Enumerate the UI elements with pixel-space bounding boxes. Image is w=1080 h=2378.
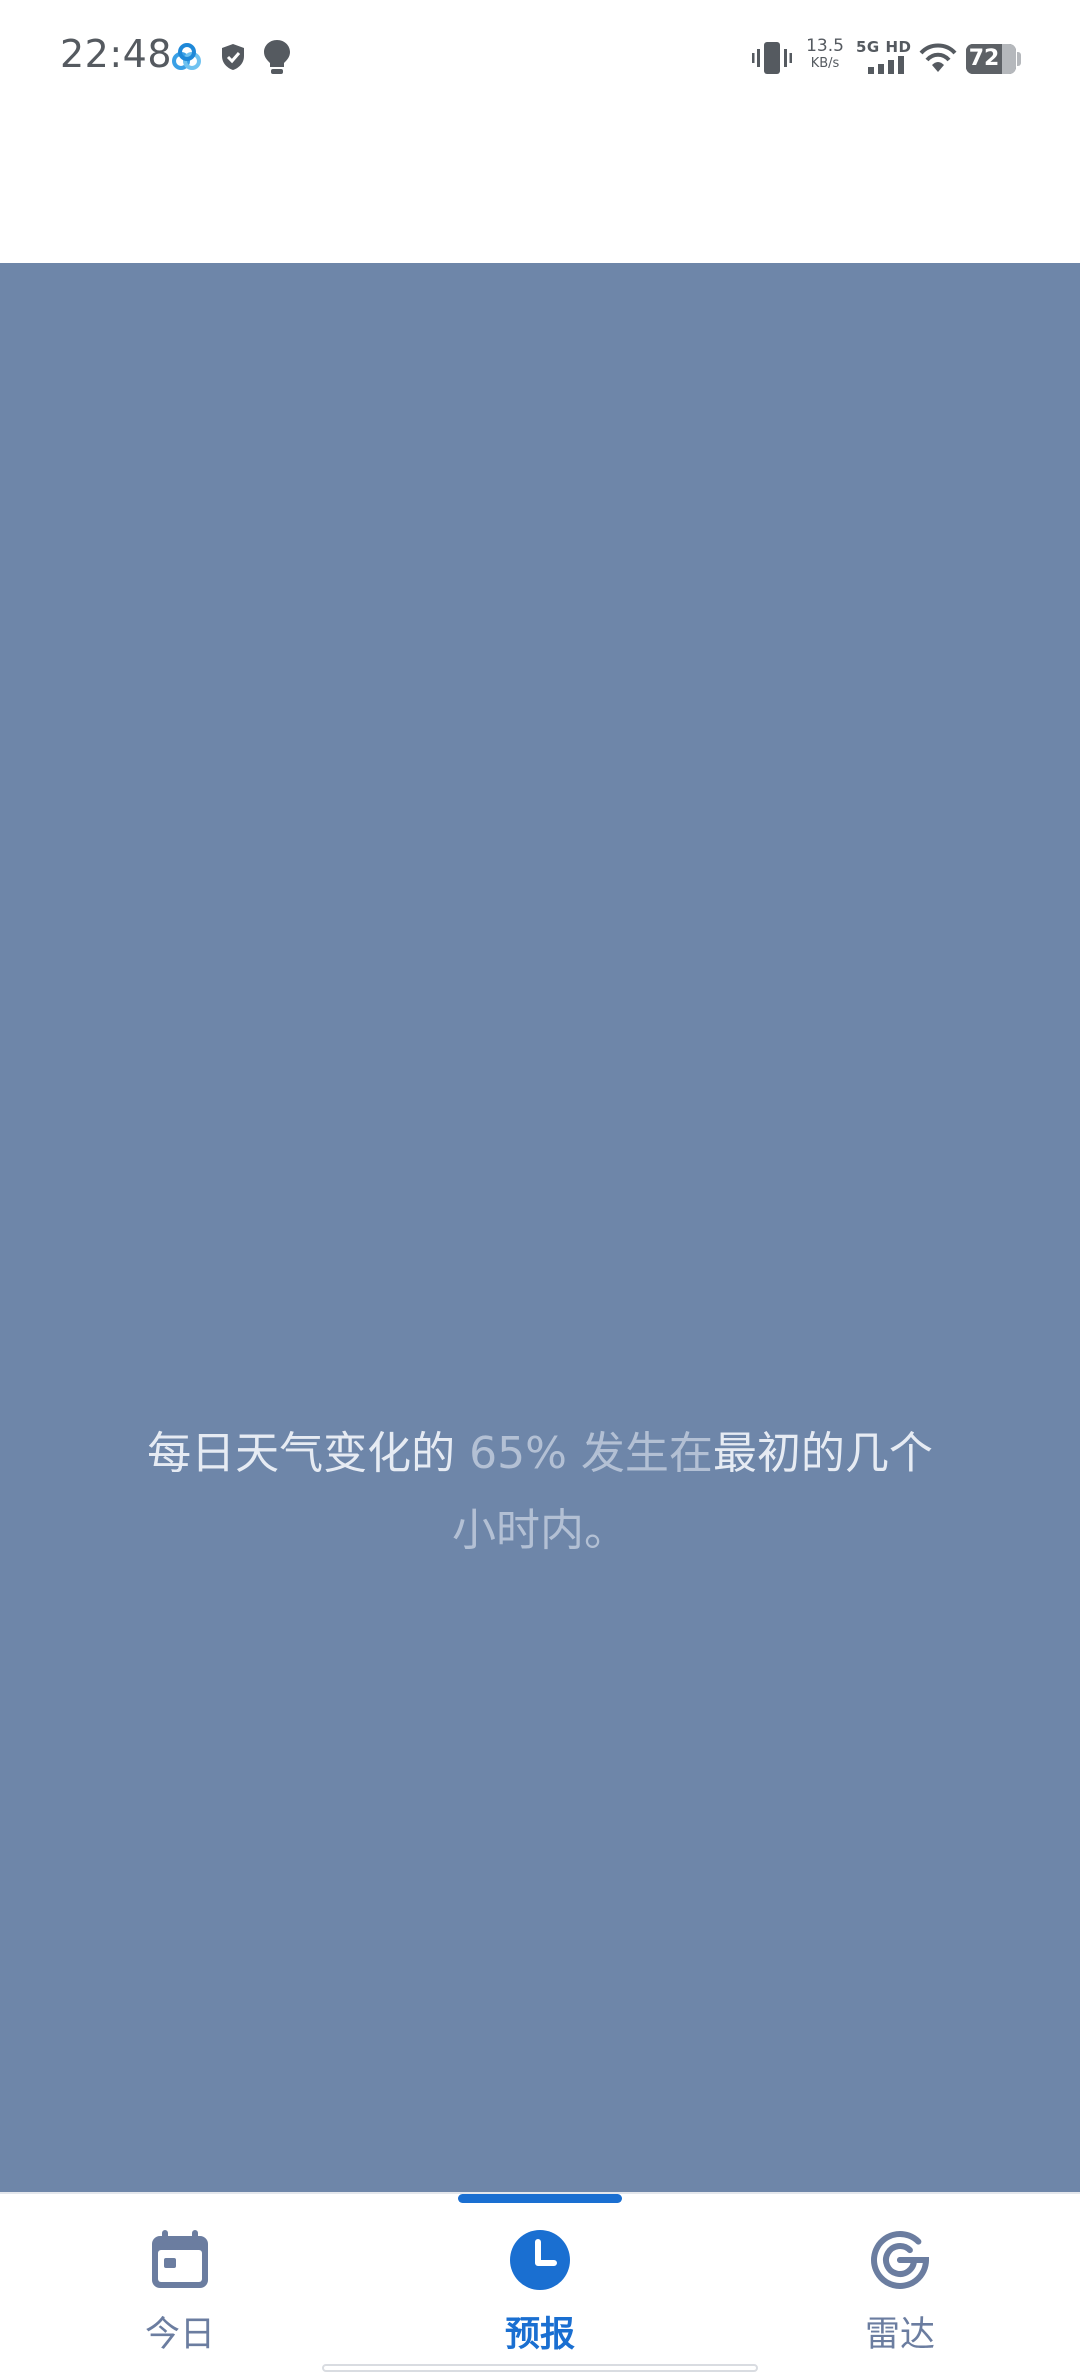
- tip-text-part1: 每日天气变化的: [147, 1428, 470, 1479]
- vibrate-icon: [752, 42, 792, 74]
- nav-item-radar[interactable]: 雷达: [720, 2194, 1080, 2378]
- lightbulb-icon: [264, 40, 290, 74]
- nav-item-forecast[interactable]: 预报: [360, 2194, 720, 2378]
- battery-tip: [1017, 52, 1021, 66]
- calendar-icon: [152, 2230, 208, 2288]
- tip-text-part4: 小时内。: [452, 1505, 628, 1556]
- network-type-label: 5G HD: [856, 38, 912, 56]
- nav-item-today[interactable]: 今日: [0, 2194, 360, 2378]
- tip-text-part3: 最初的几个: [712, 1428, 933, 1479]
- battery-icon: 72: [966, 44, 1016, 74]
- weather-tip-text: 每日天气变化的 65% 发生在最初的几个小时内。: [110, 1415, 970, 1569]
- status-bar: 22:48 13.5 KB/s 5G HD 72: [0, 0, 1080, 120]
- cloud-app-icon: [172, 43, 201, 70]
- clock-icon: [510, 2230, 570, 2290]
- shield-icon: [222, 44, 244, 70]
- battery-level: 72: [968, 46, 1000, 71]
- nav-label-radar: 雷达: [864, 2315, 935, 2355]
- signal-icon: [868, 56, 904, 74]
- radar-icon: [871, 2230, 930, 2289]
- battery-empty: [1002, 44, 1016, 74]
- active-tab-indicator: [458, 2194, 622, 2203]
- status-time: 22:48: [60, 32, 173, 76]
- bottom-navigation: 今日 预报 雷达: [0, 2192, 1080, 2376]
- wifi-icon: [919, 43, 957, 72]
- forecast-loading-panel: 每日天气变化的 65% 发生在最初的几个小时内。: [0, 263, 1080, 2192]
- tip-text-part2: 65% 发生在: [469, 1428, 713, 1479]
- nav-label-today: 今日: [144, 2315, 215, 2355]
- gesture-home-bar[interactable]: [322, 2364, 758, 2372]
- network-speed-value: 13.5: [806, 36, 844, 56]
- network-speed-unit: KB/s: [810, 56, 840, 71]
- nav-label-forecast: 预报: [504, 2315, 575, 2355]
- network-speed: 13.5 KB/s: [805, 36, 845, 71]
